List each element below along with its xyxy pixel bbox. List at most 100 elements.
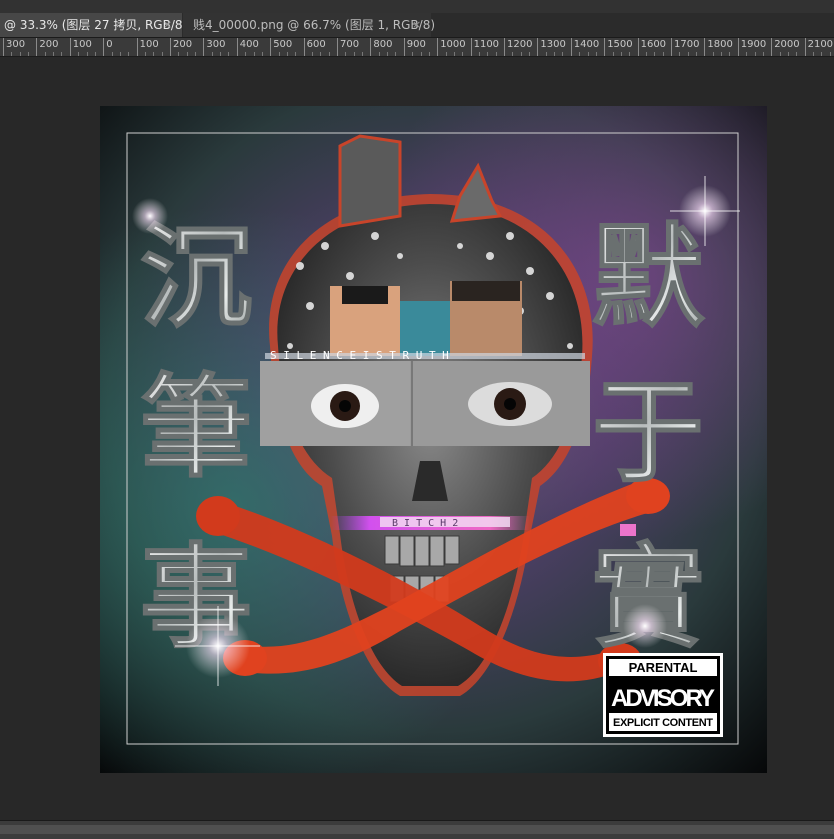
ruler-minor-tick <box>345 52 347 56</box>
ruler-minor-tick <box>311 52 313 56</box>
ruler-minor-tick <box>353 52 355 56</box>
close-icon[interactable]: × <box>163 13 172 37</box>
ruler-minor-tick <box>812 52 814 56</box>
ruler-tick-label: 500 <box>270 38 292 56</box>
ruler-minor-tick <box>629 52 631 56</box>
ruler-minor-tick <box>821 52 823 56</box>
album-cover-artwork: S I L E N C E I S T R U T H B I T C H 2 <box>100 106 767 773</box>
ruler-minor-tick <box>320 52 322 56</box>
eyes-band <box>260 361 590 446</box>
ruler-minor-tick <box>587 52 589 56</box>
left-title-chars: 沉 筆 事 <box>139 212 253 664</box>
ruler-minor-tick <box>721 52 723 56</box>
ruler-minor-tick <box>144 52 146 56</box>
ruler-minor-tick <box>11 52 13 56</box>
tab-document-inactive[interactable]: 贱4_00000.png @ 66.7% (图层 1, RGB/8) × <box>183 13 435 37</box>
ruler-minor-tick <box>253 52 255 56</box>
svg-text:PARENTAL: PARENTAL <box>629 660 698 675</box>
document-canvas[interactable]: S I L E N C E I S T R U T H B I T C H 2 <box>100 106 767 773</box>
svg-text:于: 于 <box>592 368 704 498</box>
ruler-minor-tick <box>529 52 531 56</box>
bitch-label: B I T C H 2 <box>392 518 458 529</box>
ruler-minor-tick <box>211 52 213 56</box>
ruler-minor-tick <box>378 52 380 56</box>
ruler-minor-tick <box>78 52 80 56</box>
ruler-minor-tick <box>278 52 280 56</box>
ruler-minor-tick <box>94 52 96 56</box>
ruler-minor-tick <box>696 52 698 56</box>
ruler-tick-label: 100 <box>69 38 92 56</box>
ruler-tick-label: 900 <box>403 38 426 56</box>
document-tab-bar: @ 33.3% (图层 27 拷贝, RGB/8) × 贱4_00000.png… <box>0 13 834 38</box>
svg-text:筆: 筆 <box>140 363 252 493</box>
ruler-minor-tick <box>445 52 447 56</box>
ruler-minor-tick <box>712 52 714 56</box>
ruler-minor-tick <box>19 52 21 56</box>
ruler-minor-tick <box>495 52 497 56</box>
ruler-minor-tick <box>119 52 121 56</box>
ruler-tick-label: 100 <box>136 38 159 56</box>
ruler-minor-tick <box>362 52 364 56</box>
ruler-minor-tick <box>829 52 831 56</box>
ruler-minor-tick <box>779 52 781 56</box>
ruler-tick-label: 200 <box>170 38 192 56</box>
ruler-minor-tick <box>228 52 230 56</box>
ruler-minor-tick <box>746 52 748 56</box>
menu-strip <box>0 0 834 14</box>
ruler-tick-label: 400 <box>236 38 259 56</box>
ruler-minor-tick <box>679 52 681 56</box>
right-title-chars: 默 于 實 <box>591 212 706 664</box>
ruler-minor-tick <box>61 52 63 56</box>
tab-label: 贱4_00000.png @ 66.7% (图层 1, RGB/8) <box>193 18 436 32</box>
svg-text:EXPLICIT CONTENT: EXPLICIT CONTENT <box>613 717 713 729</box>
ruler-minor-tick <box>86 52 88 56</box>
ruler-minor-tick <box>729 52 731 56</box>
horizontal-scrollbar[interactable] <box>0 820 834 839</box>
ruler-minor-tick <box>595 52 597 56</box>
ruler-minor-tick <box>28 52 30 56</box>
scrollbar-thumb[interactable] <box>0 825 834 834</box>
svg-text:默: 默 <box>592 213 705 343</box>
ruler-minor-tick <box>328 52 330 56</box>
ruler-minor-tick <box>654 52 656 56</box>
ruler-minor-tick <box>186 52 188 56</box>
ruler-minor-tick <box>478 52 480 56</box>
ruler-tick-label: 700 <box>337 38 359 56</box>
horizontal-ruler[interactable]: 300 200 100 0 100 200 300 400 500 600 700 800 900 100… <box>0 38 834 57</box>
ruler-tick-label: 800 <box>370 38 392 56</box>
ruler-minor-tick <box>462 52 464 56</box>
ruler-minor-tick <box>153 52 155 56</box>
ruler-minor-tick <box>787 52 789 56</box>
ruler-minor-tick <box>754 52 756 56</box>
tab-label: @ 33.3% (图层 27 拷贝, RGB/8) <box>4 18 188 32</box>
ruler-minor-tick <box>579 52 581 56</box>
ruler-minor-tick <box>395 52 397 56</box>
ruler-minor-tick <box>545 52 547 56</box>
ruler-minor-tick <box>387 52 389 56</box>
ruler-minor-tick <box>762 52 764 56</box>
tab-document-active[interactable]: @ 33.3% (图层 27 拷贝, RGB/8) × <box>0 13 187 37</box>
ruler-minor-tick <box>612 52 614 56</box>
ruler-minor-tick <box>796 52 798 56</box>
ruler-minor-tick <box>453 52 455 56</box>
ruler-tick-label: 300 <box>203 38 225 56</box>
ruler-minor-tick <box>53 52 55 56</box>
ruler-tick-label: 600 <box>303 38 326 56</box>
ruler-minor-tick <box>295 52 297 56</box>
strip-text: S I L E N C E I S T R U T H <box>270 349 449 362</box>
ruler-minor-tick <box>512 52 514 56</box>
ruler-minor-tick <box>161 52 163 56</box>
ruler-minor-tick <box>245 52 247 56</box>
ruler-minor-tick <box>44 52 46 56</box>
ruler-minor-tick <box>178 52 180 56</box>
ruler-minor-tick <box>286 52 288 56</box>
ruler-minor-tick <box>420 52 422 56</box>
close-icon[interactable]: × <box>412 13 421 37</box>
ruler-minor-tick <box>261 52 263 56</box>
ruler-minor-tick <box>620 52 622 56</box>
ruler-minor-tick <box>428 52 430 56</box>
ruler-minor-tick <box>220 52 222 56</box>
ruler-tick-label: 300 <box>3 38 25 56</box>
ruler-tick-label: 200 <box>36 38 58 56</box>
ruler-minor-tick <box>487 52 489 56</box>
